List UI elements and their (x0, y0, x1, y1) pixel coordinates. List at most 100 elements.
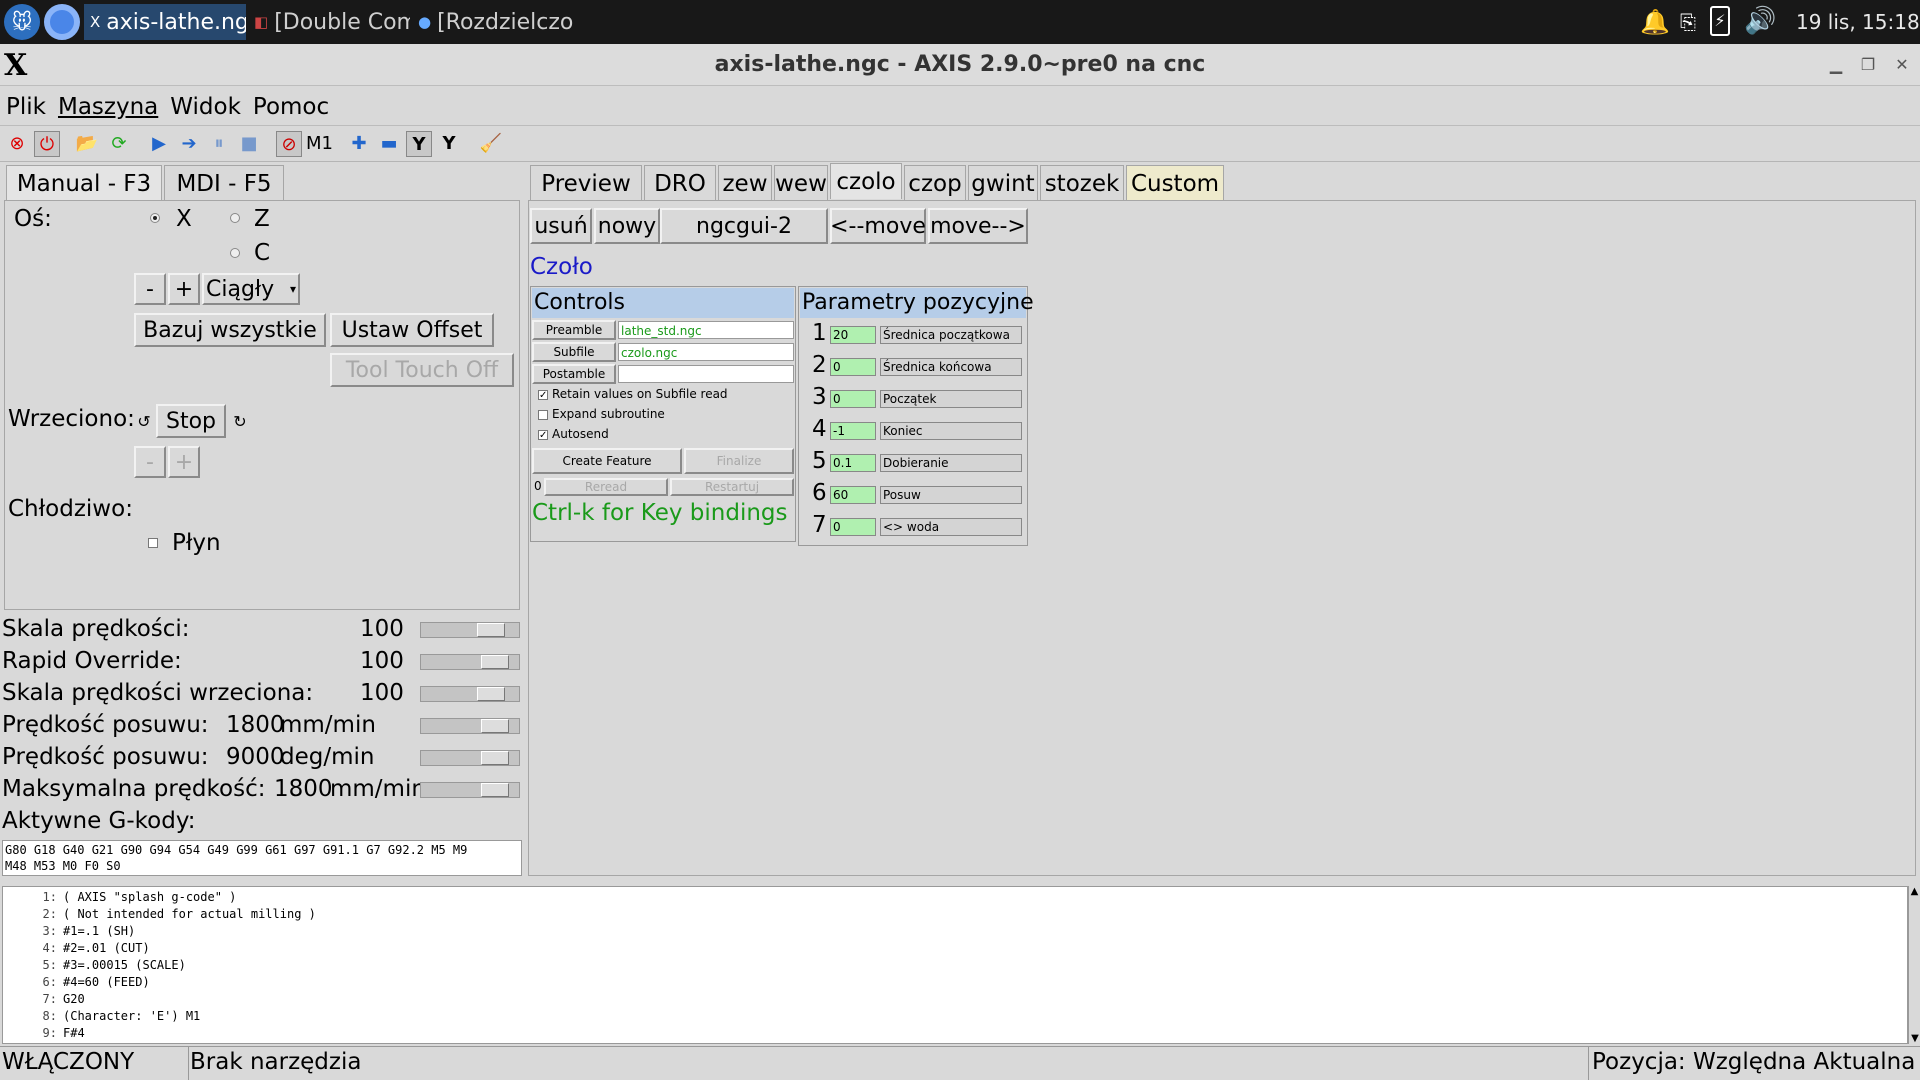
app-menu-icon[interactable]: 🐭 (4, 4, 40, 40)
axis-z-radio[interactable] (230, 213, 240, 223)
clock[interactable]: 19 lis, 15:18 (1796, 10, 1920, 34)
move-left-button[interactable]: <--move (830, 208, 926, 244)
taskbar-task-resolution[interactable]: ●[Rozdzielczość ... (412, 4, 574, 40)
jog-plus-button[interactable]: + (168, 273, 200, 305)
create-feature-button[interactable]: Create Feature (532, 448, 682, 474)
override-slider[interactable] (420, 718, 520, 734)
retain-checkbox[interactable]: ✓ (538, 390, 548, 401)
tab-czolo[interactable]: czolo (830, 163, 902, 199)
expand-checkbox[interactable] (538, 410, 548, 420)
tab-manual[interactable]: Manual - F3 (6, 165, 162, 201)
override-slider[interactable] (420, 782, 520, 798)
param-value-field[interactable]: -1 (830, 422, 876, 440)
autosend-checkbox[interactable]: ✓ (538, 430, 548, 441)
scroll-up-icon[interactable]: ▲ (1909, 886, 1920, 897)
slider-thumb[interactable] (480, 719, 509, 733)
slider-thumb[interactable] (480, 751, 509, 765)
network-icon[interactable]: ⎘ (1680, 10, 1696, 34)
tab-czop[interactable]: czop (904, 165, 966, 201)
axis-c-radio[interactable] (230, 248, 240, 258)
taskbar-task-doublecmd[interactable]: ◧[Double Comm... (248, 4, 410, 40)
menu-plik[interactable]: Plik (6, 94, 46, 120)
jog-mode-select[interactable]: Ciągły ▾ (202, 273, 300, 305)
tab-wew[interactable]: wew (774, 165, 828, 201)
gcode-scrollbar[interactable]: ▲ ▼ (1908, 886, 1920, 1044)
preamble-field[interactable]: lathe_std.ngc (618, 321, 794, 339)
stop-icon[interactable]: ■ (236, 131, 262, 157)
estop-icon[interactable]: ⊗ (4, 131, 30, 157)
param-value-field[interactable]: 0 (830, 390, 876, 408)
bell-icon[interactable]: 🔔 (1640, 8, 1670, 36)
preamble-button[interactable]: Preamble (532, 320, 616, 340)
tab-stozek[interactable]: stozek (1040, 165, 1124, 201)
override-slider[interactable] (420, 750, 520, 766)
tab-dro[interactable]: DRO (644, 165, 716, 201)
slider-thumb[interactable] (480, 783, 509, 797)
tab-gwint[interactable]: gwint (968, 165, 1038, 201)
override-slider[interactable] (420, 622, 520, 638)
delete-page-button[interactable]: usuń (530, 208, 592, 244)
slider-thumb[interactable] (477, 623, 505, 637)
tab-custom[interactable]: Custom (1126, 165, 1224, 201)
menu-pomoc[interactable]: Pomoc (253, 94, 329, 120)
param-value-field[interactable]: 60 (830, 486, 876, 504)
home-all-button[interactable]: Bazuj wszystkie (134, 313, 326, 347)
param-value-field[interactable]: 20 (830, 326, 876, 344)
postamble-button[interactable]: Postamble (532, 364, 616, 384)
spindle-cw-icon[interactable]: ↻ (230, 412, 250, 432)
page-name-button[interactable]: ngcgui-2 (660, 208, 828, 244)
touch-off-button[interactable]: Ustaw Offset (330, 313, 494, 347)
postamble-field[interactable] (618, 365, 794, 383)
clear-plot-icon[interactable]: 🧹 (478, 131, 504, 157)
close-icon[interactable]: ✕ (1892, 56, 1912, 74)
view-y-icon[interactable]: Y (406, 131, 432, 157)
jog-minus-button[interactable]: - (134, 273, 166, 305)
reload-icon[interactable]: ⟳ (106, 131, 132, 157)
new-page-button[interactable]: nowy (594, 208, 660, 244)
move-right-button[interactable]: move--> (928, 208, 1028, 244)
finalize-button[interactable]: Finalize (684, 448, 794, 474)
menu-maszyna[interactable]: Maszyna (58, 94, 158, 120)
subfile-button[interactable]: Subfile (532, 342, 616, 362)
subfile-field[interactable]: czolo.ngc (618, 343, 794, 361)
restart-button[interactable]: Restartuj (670, 478, 794, 496)
browser-icon[interactable] (44, 4, 80, 40)
gcode-text[interactable]: 1: ( AXIS "splash g-code" ) 2: ( Not intend… (2, 886, 1908, 1044)
tab-zew[interactable]: zew (718, 165, 772, 201)
param-value-field[interactable]: 0 (830, 358, 876, 376)
tab-mdi[interactable]: MDI - F5 (164, 165, 284, 201)
pause-icon[interactable]: ⏸ (206, 131, 232, 157)
spindle-minus-button[interactable]: - (134, 446, 166, 478)
override-slider[interactable] (420, 654, 520, 670)
param-value-field[interactable]: 0.1 (830, 454, 876, 472)
open-file-icon[interactable]: 📂 (74, 131, 100, 157)
override-slider[interactable] (420, 686, 520, 702)
tab-preview[interactable]: Preview (530, 165, 642, 201)
slider-thumb[interactable] (477, 687, 505, 701)
flood-checkbox[interactable] (148, 538, 158, 548)
zoom-out-icon[interactable]: ▬ (376, 131, 402, 157)
scroll-down-icon[interactable]: ▼ (1909, 1033, 1920, 1044)
battery-icon[interactable]: ⚡ (1710, 6, 1730, 36)
spindle-plus-button[interactable]: + (168, 446, 200, 478)
block-delete-icon[interactable]: ⊘ (276, 131, 302, 157)
menu-widok[interactable]: Widok (170, 94, 241, 120)
tool-touch-off-button[interactable]: Tool Touch Off (330, 353, 514, 387)
view-y2-icon[interactable]: Y (436, 131, 462, 157)
spindle-ccw-icon[interactable]: ↺ (134, 412, 154, 432)
machine-power-icon[interactable]: ⏻ (34, 131, 60, 157)
reread-button[interactable]: Reread (544, 478, 668, 496)
param-value-field[interactable]: 0 (830, 518, 876, 536)
taskbar-task-axis[interactable]: Xaxis-lathe.ngc -... (84, 4, 246, 40)
minimize-icon[interactable]: ▁ (1826, 56, 1846, 74)
slider-thumb[interactable] (480, 655, 509, 669)
zoom-in-icon[interactable]: ✚ (346, 131, 372, 157)
maximize-icon[interactable]: ❐ (1858, 56, 1878, 74)
spindle-stop-button[interactable]: Stop (156, 404, 226, 438)
param-number: 6 (812, 480, 827, 506)
run-icon[interactable]: ▶ (146, 131, 172, 157)
step-icon[interactable]: ➔ (176, 131, 202, 157)
axis-x-radio[interactable] (150, 213, 160, 223)
volume-icon[interactable]: 🔊 (1744, 6, 1776, 36)
optional-stop-icon[interactable]: M1 (306, 131, 333, 157)
